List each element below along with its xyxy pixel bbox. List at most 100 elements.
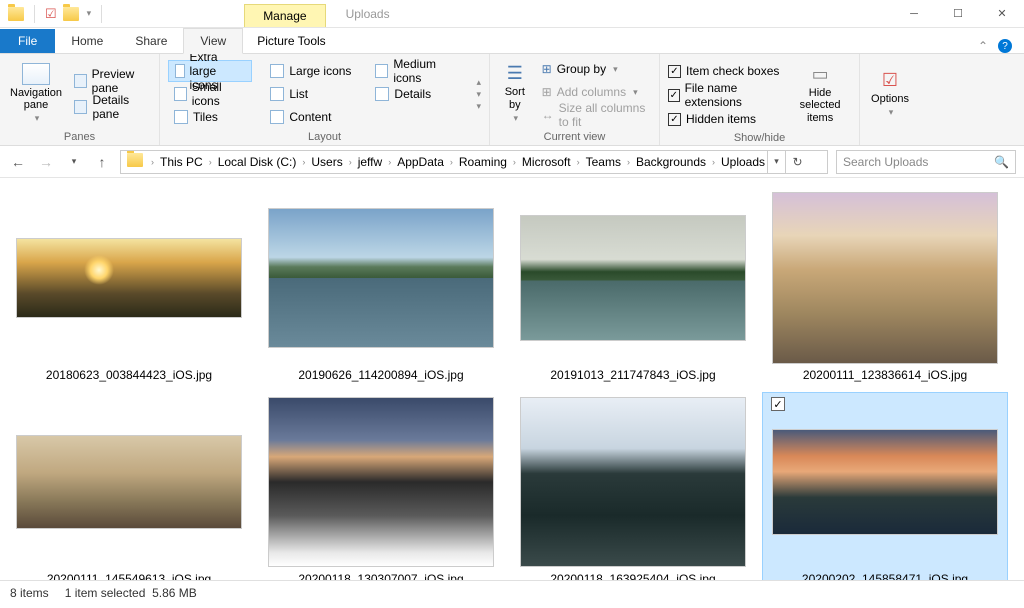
- options-button[interactable]: ☑ Options ▾: [868, 58, 912, 129]
- group-by-button[interactable]: ⊞Group by▾: [538, 58, 651, 80]
- properties-icon[interactable]: ☑: [45, 6, 57, 22]
- quick-access-toolbar: ☑ ▾: [0, 5, 114, 23]
- image-thumbnail: [520, 215, 746, 341]
- chevron-right-icon[interactable]: ›: [384, 157, 395, 167]
- file-item[interactable]: 20191013_211747843_iOS.jpg: [510, 188, 756, 386]
- image-thumbnail: [772, 192, 998, 364]
- list-button[interactable]: List: [264, 83, 357, 105]
- close-button[interactable]: ✕: [980, 0, 1024, 28]
- tab-share[interactable]: Share: [119, 29, 183, 53]
- chevron-right-icon[interactable]: ›: [708, 157, 719, 167]
- tab-picture-tools[interactable]: Picture Tools: [243, 29, 339, 53]
- content-icon: [270, 110, 284, 124]
- collapse-ribbon-icon[interactable]: ⌃: [978, 39, 988, 53]
- details-button[interactable]: Details: [369, 83, 466, 105]
- breadcrumb-segment[interactable]: AppData: [395, 155, 446, 169]
- chevron-right-icon[interactable]: ›: [623, 157, 634, 167]
- refresh-button[interactable]: ↻: [785, 151, 809, 173]
- breadcrumb-segment[interactable]: This PC: [158, 155, 205, 169]
- scroll-down-icon[interactable]: ▾: [476, 89, 481, 100]
- layout-label: Content: [289, 110, 331, 124]
- back-button[interactable]: ←: [8, 154, 28, 170]
- details-pane-button[interactable]: Details pane: [70, 96, 151, 118]
- tab-file[interactable]: File: [0, 29, 55, 53]
- size-icon: ↔: [542, 108, 554, 122]
- open-folder-icon[interactable]: [63, 7, 79, 21]
- item-check-boxes-checkbox[interactable]: ✓Item check boxes: [668, 60, 783, 82]
- breadcrumb-segment[interactable]: Teams: [584, 155, 623, 169]
- maximize-button[interactable]: ☐: [936, 0, 980, 28]
- grid-icon: [375, 64, 388, 78]
- small-icons-button[interactable]: Small icons: [168, 83, 252, 105]
- chevron-down-icon[interactable]: ▾: [87, 8, 92, 19]
- layout-label: Small icons: [192, 80, 247, 108]
- content-button[interactable]: Content: [264, 106, 357, 128]
- tiles-button[interactable]: Tiles: [168, 106, 252, 128]
- file-item[interactable]: 20200111_123836614_iOS.jpg: [762, 188, 1008, 386]
- file-item[interactable]: 20190626_114200894_iOS.jpg: [258, 188, 504, 386]
- ribbon-group-panes: Navigation pane ▾ Preview pane Details p…: [0, 54, 160, 145]
- minimize-button[interactable]: ─: [892, 0, 936, 28]
- chevron-right-icon[interactable]: ›: [205, 157, 216, 167]
- thumbnail-wrap: [14, 192, 244, 364]
- file-item[interactable]: 20200118_130307007_iOS.jpg: [258, 392, 504, 580]
- chevron-down-icon: ▾: [889, 107, 894, 118]
- help-icon[interactable]: ?: [998, 39, 1012, 53]
- file-extensions-checkbox[interactable]: ✓File name extensions: [668, 84, 783, 106]
- chevron-down-icon: ▾: [613, 64, 618, 75]
- breadcrumb[interactable]: › This PC›Local Disk (C:)›Users›jeffw›Ap…: [120, 150, 828, 174]
- chevron-down-icon: ▾: [633, 87, 638, 98]
- sort-icon: ☰: [507, 63, 523, 84]
- file-item[interactable]: 20200111_145549613_iOS.jpg: [6, 392, 252, 580]
- search-input[interactable]: Search Uploads 🔍: [836, 150, 1016, 174]
- extra-large-icons-button[interactable]: Extra large icons: [168, 60, 252, 82]
- breadcrumb-segment[interactable]: Users: [309, 155, 344, 169]
- sort-by-button[interactable]: ☰ Sort by ▾: [498, 58, 532, 129]
- item-checkbox[interactable]: ✓: [771, 397, 785, 411]
- file-list[interactable]: 20180623_003844423_iOS.jpg20190626_11420…: [0, 178, 1024, 580]
- manage-contextual-tab[interactable]: Manage: [244, 4, 325, 27]
- chevron-right-icon[interactable]: ›: [509, 157, 520, 167]
- tab-view[interactable]: View: [183, 28, 243, 54]
- recent-dropdown[interactable]: ▾: [64, 156, 84, 167]
- expand-icon[interactable]: ▾: [476, 101, 481, 112]
- file-name: 20200111_145549613_iOS.jpg: [47, 572, 211, 580]
- grid-icon: [270, 64, 284, 78]
- file-item[interactable]: 20180623_003844423_iOS.jpg: [6, 188, 252, 386]
- breadcrumb-segment[interactable]: Uploads: [719, 155, 767, 169]
- options-label: Options: [871, 93, 909, 105]
- chevron-right-icon[interactable]: ›: [573, 157, 584, 167]
- tab-home[interactable]: Home: [55, 29, 119, 53]
- medium-icons-button[interactable]: Medium icons: [369, 60, 466, 82]
- file-item[interactable]: ✓ 20200202_145858471_iOS.jpg: [762, 392, 1008, 580]
- breadcrumb-segment[interactable]: jeffw: [356, 155, 384, 169]
- checkbox-label: Item check boxes: [686, 64, 779, 78]
- file-item[interactable]: 20200118_163925404_iOS.jpg: [510, 392, 756, 580]
- breadcrumb-segment[interactable]: Local Disk (C:): [216, 155, 299, 169]
- checkbox-label: File name extensions: [685, 81, 784, 109]
- scroll-up-icon[interactable]: ▴: [476, 77, 481, 88]
- breadcrumb-segment[interactable]: Roaming: [457, 155, 509, 169]
- up-button[interactable]: ↑: [92, 154, 112, 170]
- navigation-pane-button[interactable]: Navigation pane ▾: [8, 58, 64, 129]
- grid-icon: [175, 64, 185, 78]
- ribbon: Navigation pane ▾ Preview pane Details p…: [0, 54, 1024, 146]
- hide-selected-button[interactable]: ▭ Hide selected items: [789, 58, 851, 130]
- breadcrumb-segment[interactable]: Microsoft: [520, 155, 573, 169]
- breadcrumb-segment[interactable]: Backgrounds: [634, 155, 708, 169]
- hidden-items-checkbox[interactable]: ✓Hidden items: [668, 108, 783, 130]
- checkbox-icon: ✓: [668, 113, 681, 126]
- chevron-right-icon[interactable]: ›: [345, 157, 356, 167]
- chevron-right-icon[interactable]: ›: [446, 157, 457, 167]
- preview-pane-icon: [74, 74, 87, 88]
- thumbnail-wrap: [518, 396, 748, 568]
- ribbon-group-show-hide: ✓Item check boxes ✓File name extensions …: [660, 54, 860, 145]
- chevron-right-icon[interactable]: ›: [147, 157, 158, 167]
- breadcrumb-dropdown[interactable]: ▾: [767, 151, 785, 173]
- window-title: Uploads: [346, 7, 390, 21]
- chevron-right-icon[interactable]: ›: [298, 157, 309, 167]
- preview-pane-button[interactable]: Preview pane: [70, 70, 151, 92]
- ribbon-help: ⌃ ?: [978, 39, 1024, 53]
- file-name: 20200202_145858471_iOS.jpg: [802, 572, 968, 580]
- large-icons-button[interactable]: Large icons: [264, 60, 357, 82]
